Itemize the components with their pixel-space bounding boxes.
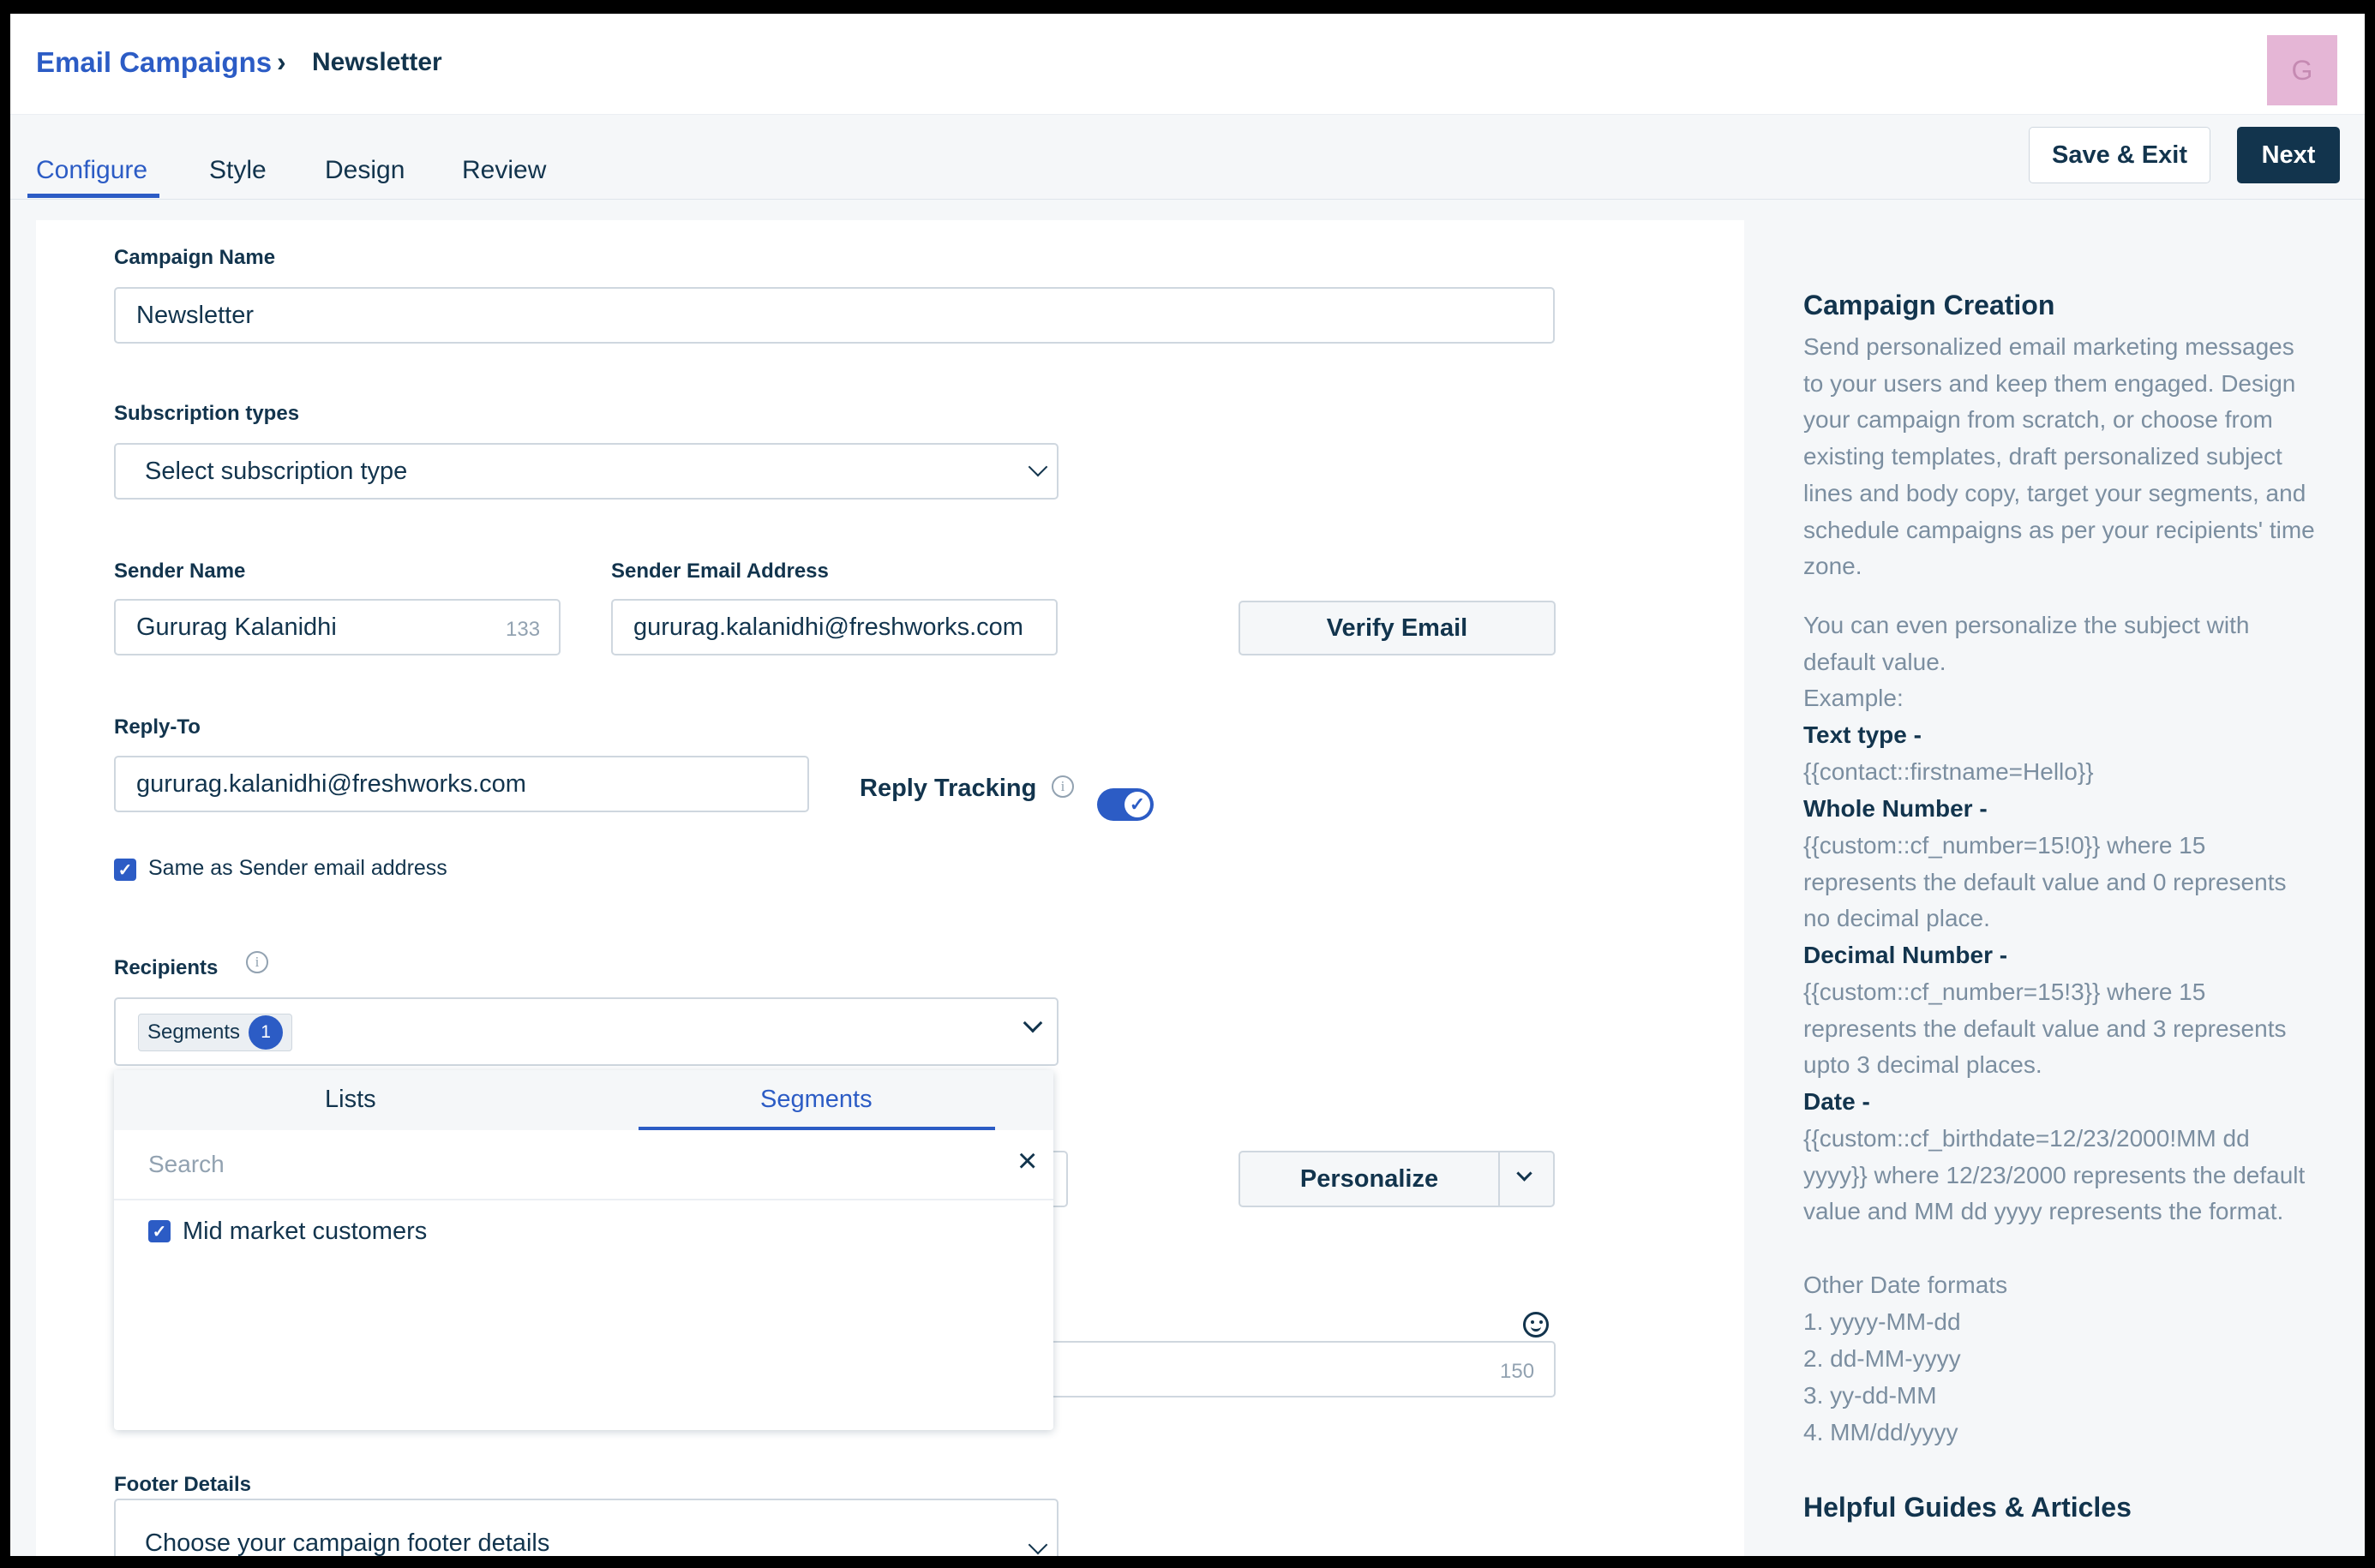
dropdown-tab-lists[interactable]: Lists: [325, 1086, 376, 1114]
chevron-down-icon: [1516, 1165, 1532, 1182]
sidebar-format-2: 2. dd-MM-yyyy: [1803, 1345, 1961, 1372]
subscription-type-select[interactable]: Select subscription type: [114, 443, 1059, 500]
recipients-info-icon[interactable]: i: [246, 951, 268, 973]
dropdown-active-tab-indicator: [639, 1127, 995, 1130]
dropdown-tabs: Lists Segments: [114, 1070, 1053, 1130]
footer-details-select[interactable]: Choose your campaign footer details: [114, 1499, 1059, 1556]
recipients-dropdown: Lists Segments Search × ✓ Mid market cus…: [114, 1070, 1053, 1430]
personalize-options-button[interactable]: [1498, 1151, 1555, 1207]
segments-count-badge: 1: [249, 1015, 284, 1050]
tab-bar: Configure Style Design Review: [10, 116, 2365, 200]
sidebar-date-body: {{custom::cf_birthdate=12/23/2000!MM dd …: [1803, 1125, 2306, 1225]
sidebar-other-formats-label: Other Date formats: [1803, 1272, 2008, 1298]
sidebar-format-4: 4. MM/dd/yyyy: [1803, 1419, 1958, 1445]
sender-email-label: Sender Email Address: [611, 560, 829, 583]
sidebar-example-label: Example:: [1803, 685, 1904, 711]
preheader-counter: 150: [1500, 1360, 1535, 1383]
sidebar-whole-number-title: Whole Number -: [1803, 795, 1988, 822]
segments-chip-label: Segments: [147, 1020, 241, 1044]
emoji-icon[interactable]: [1523, 1312, 1549, 1338]
breadcrumb-chevron-icon: ›: [277, 46, 286, 77]
footer-details-placeholder: Choose your campaign footer details: [145, 1529, 550, 1556]
subscription-type-placeholder: Select subscription type: [145, 457, 408, 485]
chevron-down-icon: [1023, 1013, 1043, 1033]
tab-design[interactable]: Design: [325, 156, 405, 185]
recipients-label: Recipients: [114, 956, 219, 979]
sidebar-text-type-body: {{contact::firstname=Hello}}: [1803, 758, 2094, 785]
segments-chip[interactable]: Segments 1: [138, 1014, 293, 1051]
tab-review[interactable]: Review: [462, 156, 546, 185]
segment-item-mid-market[interactable]: Mid market customers: [183, 1218, 427, 1246]
tab-configure[interactable]: Configure: [36, 156, 147, 185]
sender-name-input[interactable]: Gururag Kalanidhi 133: [114, 599, 561, 655]
same-as-sender-checkbox[interactable]: ✓: [114, 859, 136, 881]
sidebar-title: Campaign Creation: [1803, 290, 2055, 320]
app-window: Email Campaigns › Newsletter G Configure…: [10, 14, 2365, 1556]
sender-email-value: gururag.kalanidhi@freshworks.com: [633, 613, 1023, 641]
sidebar-intro: Send personalized email marketing messag…: [1803, 333, 2315, 580]
campaign-name-value: Newsletter: [136, 301, 254, 329]
reply-tracking-info-icon[interactable]: i: [1052, 775, 1074, 798]
next-button[interactable]: Next: [2237, 127, 2340, 183]
sender-name-counter: 133: [506, 618, 541, 641]
sidebar-decimal-number-body: {{custom::cf_number=15!3}} where 15 repr…: [1803, 979, 2287, 1079]
sender-name-label: Sender Name: [114, 560, 246, 583]
sender-name-value: Gururag Kalanidhi: [136, 613, 337, 641]
chevron-down-icon: [1028, 1535, 1048, 1555]
tab-style[interactable]: Style: [209, 156, 267, 185]
reply-to-input[interactable]: gururag.kalanidhi@freshworks.com: [114, 756, 809, 812]
dropdown-search-input[interactable]: Search: [148, 1151, 225, 1178]
subscription-types-label: Subscription types: [114, 402, 300, 425]
avatar[interactable]: G: [2267, 35, 2337, 105]
top-bar: Email Campaigns › Newsletter G: [10, 14, 2365, 115]
sidebar-personalize-note: You can even personalize the subject wit…: [1803, 612, 2250, 675]
toggle-check-icon: ✓: [1125, 792, 1150, 817]
chevron-down-icon: [1028, 457, 1048, 477]
reply-to-label: Reply-To: [114, 715, 201, 739]
campaign-name-label: Campaign Name: [114, 246, 276, 269]
breadcrumb-current: Newsletter: [312, 48, 442, 76]
reply-to-value: gururag.kalanidhi@freshworks.com: [136, 769, 526, 798]
reply-tracking-toggle[interactable]: ✓: [1097, 788, 1154, 821]
save-exit-button[interactable]: Save & Exit: [2029, 127, 2210, 183]
sidebar-whole-number-body: {{custom::cf_number=15!0}} where 15 repr…: [1803, 832, 2287, 932]
active-tab-indicator: [27, 194, 159, 198]
sidebar-date-title: Date -: [1803, 1088, 1870, 1115]
sidebar-format-1: 1. yyyy-MM-dd: [1803, 1308, 1961, 1335]
sidebar-guides-title: Helpful Guides & Articles: [1803, 1492, 2132, 1523]
reply-tracking-label: Reply Tracking: [860, 775, 1037, 802]
sidebar-text-type-title: Text type -: [1803, 721, 1922, 748]
dropdown-divider: [114, 1199, 1053, 1200]
footer-details-label: Footer Details: [114, 1473, 252, 1496]
campaign-name-input[interactable]: Newsletter: [114, 287, 1555, 344]
recipients-select[interactable]: Segments 1: [114, 997, 1059, 1066]
sidebar-format-3: 3. yy-dd-MM: [1803, 1382, 1937, 1409]
sidebar-decimal-number-title: Decimal Number -: [1803, 942, 2008, 968]
same-as-sender-label: Same as Sender email address: [148, 856, 447, 880]
mid-market-checkbox[interactable]: ✓: [148, 1220, 171, 1242]
breadcrumb-email-campaigns[interactable]: Email Campaigns: [36, 46, 272, 79]
close-icon[interactable]: ×: [1017, 1144, 1037, 1178]
verify-email-button[interactable]: Verify Email: [1238, 601, 1556, 655]
sender-email-input[interactable]: gururag.kalanidhi@freshworks.com: [611, 599, 1058, 655]
personalize-button[interactable]: Personalize: [1238, 1151, 1500, 1207]
dropdown-tab-segments[interactable]: Segments: [760, 1086, 873, 1114]
